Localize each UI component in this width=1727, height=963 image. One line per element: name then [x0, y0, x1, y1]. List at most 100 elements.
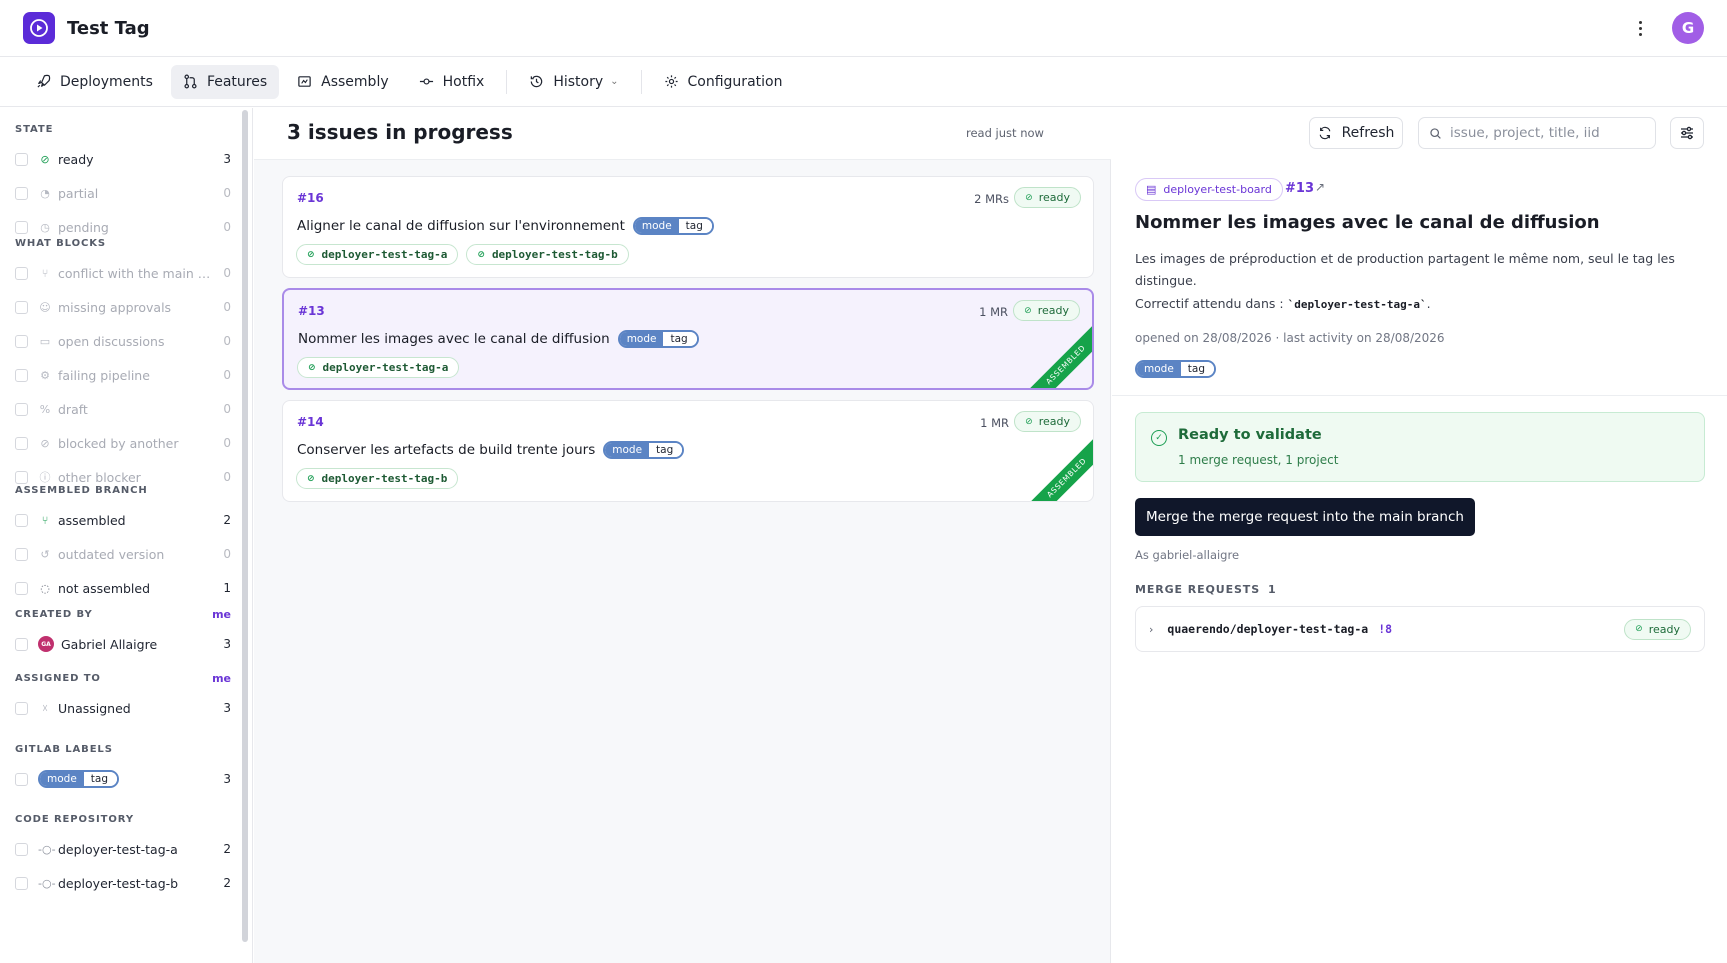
checkbox[interactable] [15, 266, 28, 280]
filter-outdated-version[interactable]: ↺ outdated version 0 [15, 537, 231, 571]
checkbox[interactable] [15, 220, 28, 234]
merge-request-row[interactable]: › quaerendo/deployer-test-tag-a !8 ⊘ read… [1135, 606, 1705, 652]
refresh-icon [1319, 126, 1330, 140]
user-avatar[interactable]: G [1672, 12, 1704, 44]
play-icon [30, 19, 48, 37]
search-box[interactable] [1418, 117, 1656, 149]
section-title: WHAT BLOCKS [15, 237, 106, 249]
nav-configuration[interactable]: Configuration [652, 65, 795, 99]
issue-id[interactable]: #13 [298, 304, 325, 318]
checkbox[interactable] [15, 772, 28, 786]
issue-card[interactable]: #16 2 MRs ⊘ ready Aligner le canal de dif… [282, 176, 1094, 278]
board-icon: ▤ [1146, 183, 1157, 196]
nav-hotfix[interactable]: Hotfix [407, 65, 497, 99]
external-link-icon[interactable]: ↗ [1315, 180, 1325, 194]
checkbox[interactable] [15, 334, 28, 348]
chevron-down-icon: ⌄ [610, 76, 619, 87]
filter-repo-a[interactable]: -○- deployer-test-tag-a 2 [15, 832, 231, 866]
filter-partial[interactable]: ◔ partial 0 [15, 176, 231, 210]
checkbox[interactable] [15, 470, 28, 484]
filter-draft[interactable]: % draft 0 [15, 392, 231, 426]
more-options-icon[interactable] [1630, 15, 1650, 41]
check-circle-icon: ✓ [1151, 430, 1167, 446]
checkbox[interactable] [15, 152, 28, 166]
nav-label: Assembly [321, 73, 389, 90]
main-nav: Deployments Features Assembly Hotfix His… [0, 57, 1727, 107]
filter-assembled[interactable]: ⑂ assembled 2 [15, 503, 231, 537]
sliders-icon [1681, 126, 1693, 140]
ready-to-validate-box: ✓ Ready to validate 1 merge request, 1 p… [1135, 412, 1705, 482]
filter-label-mode-tag[interactable]: mode tag 3 [15, 762, 231, 796]
filter-section-state: STATE ⊘ ready 3 ◔ partial 0 ◷ pending 0 [15, 122, 231, 244]
filter-section-code-repository: CODE REPOSITORY -○- deployer-test-tag-a … [15, 812, 231, 900]
section-title: ASSEMBLED BRANCH [15, 484, 148, 496]
issue-card-selected[interactable]: #13 1 MR ⊘ ready Nommer les images avec l… [282, 288, 1094, 390]
checkbox[interactable] [15, 402, 28, 416]
checkbox[interactable] [15, 513, 28, 527]
nav-assembly[interactable]: Assembly [285, 65, 400, 99]
check-circle-icon: ⊘ [40, 152, 50, 166]
filter-unassigned[interactable]: ☓ Unassigned 3 [15, 691, 231, 725]
filter-missing-approvals[interactable]: ☺ missing approvals 0 [15, 290, 231, 324]
filter-section-created-by: CREATED BY me GA Gabriel Allaigre 3 [15, 607, 231, 661]
checkbox[interactable] [15, 581, 28, 595]
filter-failing-pipeline[interactable]: ⚙ failing pipeline 0 [15, 358, 231, 392]
label-pill: mode tag [38, 770, 119, 788]
commit-icon: -○- [38, 876, 56, 890]
detail-title: Nommer les images avec le canal de diffu… [1135, 212, 1600, 233]
filter-blocked-by-another[interactable]: ⊘ blocked by another 0 [15, 426, 231, 460]
board-chip[interactable]: ▤ deployer-test-board [1135, 178, 1283, 201]
check-circle-icon: ⊘ [307, 473, 315, 484]
filter-repo-b[interactable]: -○- deployer-test-tag-b 2 [15, 866, 231, 900]
filter-open-discussions[interactable]: ▭ open discussions 0 [15, 324, 231, 358]
repo-chip: ⊘ deployer-test-tag-b [466, 244, 629, 265]
label-pill: mode tag [1135, 360, 1216, 378]
section-title: ASSIGNED TO me [15, 671, 231, 685]
checkbox[interactable] [15, 368, 28, 382]
created-by-me-link[interactable]: me [212, 608, 231, 621]
filter-creator[interactable]: GA Gabriel Allaigre 3 [15, 627, 231, 661]
issue-id[interactable]: #16 [297, 191, 324, 205]
nav-label: History [553, 73, 604, 90]
label-pill: mode tag [617, 330, 699, 348]
chevron-right-icon[interactable]: › [1149, 623, 1153, 636]
label-pill: mode tag [632, 217, 714, 235]
clock-icon: ◷ [40, 220, 50, 234]
nav-deployments[interactable]: Deployments [24, 65, 165, 99]
detail-issue-id[interactable]: #13 [1285, 181, 1314, 196]
nav-history[interactable]: History ⌄ [517, 65, 630, 99]
mr-number[interactable]: !8 [1378, 622, 1392, 636]
issue-title: Conserver les artefacts de build trente … [297, 442, 596, 458]
app-logo[interactable] [23, 12, 55, 44]
sidebar-scrollbar[interactable] [242, 110, 248, 942]
filter-not-assembled[interactable]: ◌ not assembled 1 [15, 571, 231, 605]
refresh-button[interactable]: Refresh [1309, 117, 1403, 149]
checkbox[interactable] [15, 300, 28, 314]
checkbox[interactable] [15, 436, 28, 450]
merge-requests-heading: MERGE REQUESTS 1 [1135, 583, 1277, 596]
divider [1112, 395, 1727, 396]
label-pill: mode tag [603, 441, 685, 459]
issue-id[interactable]: #14 [297, 415, 324, 429]
user-check-icon: ☺ [39, 300, 51, 314]
filter-settings-button[interactable] [1670, 117, 1704, 149]
search-input[interactable] [1450, 125, 1650, 141]
checkbox[interactable] [15, 637, 28, 651]
assigned-to-me-link[interactable]: me [212, 672, 231, 685]
section-title: CODE REPOSITORY [15, 813, 134, 825]
filter-ready[interactable]: ⊘ ready 3 [15, 142, 231, 176]
nav-features[interactable]: Features [170, 64, 280, 99]
assembled-ribbon: ASSEMBLED [1018, 429, 1093, 501]
blocked-icon: ⊘ [40, 436, 50, 450]
checkbox[interactable] [15, 186, 28, 200]
search-icon [1430, 127, 1441, 139]
checkbox[interactable] [15, 876, 28, 890]
filter-conflict[interactable]: ⑂ conflict with the main b... 0 [15, 256, 231, 290]
checkbox[interactable] [15, 842, 28, 856]
checkbox[interactable] [15, 547, 28, 561]
checkbox[interactable] [15, 701, 28, 715]
filter-section-assigned-to: ASSIGNED TO me ☓ Unassigned 3 [15, 671, 231, 725]
merge-request-icon [184, 74, 197, 89]
issue-card[interactable]: #14 1 MR ⊘ ready Conserver les artefacts … [282, 400, 1094, 502]
merge-button[interactable]: Merge the merge request into the main br… [1135, 498, 1475, 536]
